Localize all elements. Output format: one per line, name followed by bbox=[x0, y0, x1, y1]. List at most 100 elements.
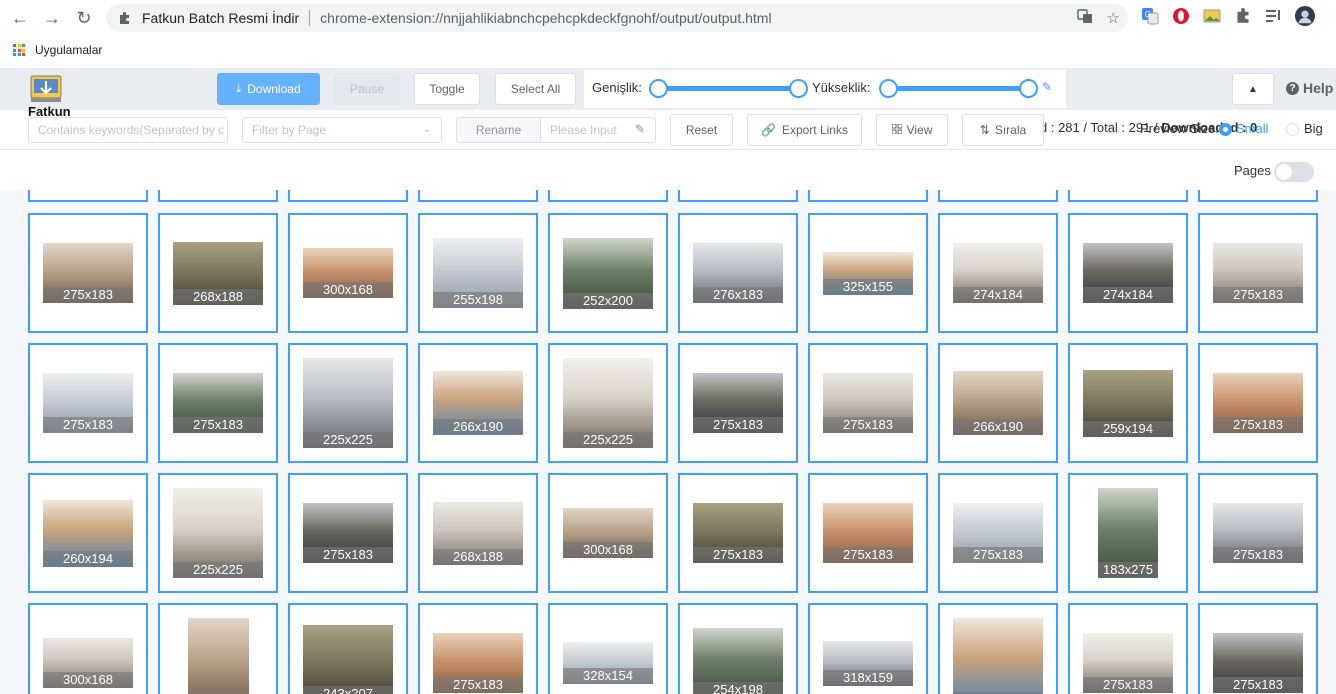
keywords-filter-input[interactable]: Contains keywords(Separated by c bbox=[28, 117, 228, 143]
image-card[interactable]: 275x183 bbox=[158, 343, 278, 463]
image-card[interactable]: 328x154 bbox=[548, 603, 668, 694]
image-thumbnail[interactable]: 328x154 bbox=[563, 642, 653, 684]
image-thumbnail[interactable]: 300x168 bbox=[43, 638, 133, 688]
select-all-button[interactable]: Select All bbox=[495, 73, 576, 105]
image-thumbnail[interactable]: 275x183 bbox=[433, 633, 523, 693]
image-card[interactable]: 275x183 bbox=[678, 473, 798, 593]
image-thumbnail[interactable]: 276x183 bbox=[693, 243, 783, 303]
image-card[interactable]: 255x198 bbox=[418, 213, 538, 333]
image-card[interactable]: 183x275 bbox=[1068, 473, 1188, 593]
image-card[interactable] bbox=[808, 190, 928, 202]
download-button[interactable]: ⤓ Download bbox=[217, 73, 320, 105]
export-links-button[interactable]: 🔗 Export Links bbox=[747, 114, 862, 146]
image-thumbnail[interactable]: 275x183 bbox=[693, 373, 783, 433]
pages-toggle-switch[interactable] bbox=[1274, 162, 1314, 182]
image-card[interactable]: 300x168 bbox=[548, 473, 668, 593]
image-card[interactable]: 275x183 bbox=[1198, 213, 1318, 333]
preview-big-radio[interactable] bbox=[1286, 123, 1299, 136]
image-card[interactable]: 185x273 bbox=[158, 603, 278, 694]
image-card[interactable]: 275x183 bbox=[1198, 343, 1318, 463]
image-thumbnail[interactable]: 252x200 bbox=[563, 238, 653, 309]
view-button[interactable]: View bbox=[876, 114, 948, 146]
image-card[interactable]: 275x183 bbox=[28, 343, 148, 463]
bookmark-apps[interactable]: Uygulamalar bbox=[35, 43, 102, 57]
scroll-top-button[interactable]: ▲ bbox=[1232, 73, 1274, 105]
image-card[interactable] bbox=[158, 190, 278, 202]
image-card[interactable]: 276x183 bbox=[678, 213, 798, 333]
image-thumbnail[interactable]: 274x184 bbox=[953, 243, 1043, 303]
image-thumbnail[interactable]: 275x183 bbox=[953, 503, 1043, 563]
image-card[interactable]: 275x183 bbox=[808, 473, 928, 593]
width-slider-track[interactable] bbox=[658, 86, 798, 91]
toggle-button[interactable]: Toggle bbox=[414, 73, 480, 105]
rename-input[interactable]: Please Input ✎ bbox=[540, 117, 656, 143]
image-thumbnail[interactable]: 275x183 bbox=[173, 373, 263, 433]
image-thumbnail[interactable]: 275x183 bbox=[43, 243, 133, 303]
back-icon[interactable]: ← bbox=[8, 6, 32, 30]
image-thumbnail[interactable]: 225x225 bbox=[563, 358, 653, 448]
image-card[interactable]: 275x183 bbox=[938, 473, 1058, 593]
edit-icon[interactable]: ✎ bbox=[1042, 80, 1052, 94]
image-card[interactable]: 275x183 bbox=[808, 343, 928, 463]
apps-icon[interactable] bbox=[13, 44, 25, 56]
image-card[interactable]: 225x225 bbox=[548, 343, 668, 463]
image-card[interactable]: 325x155 bbox=[808, 213, 928, 333]
image-card[interactable]: 300x168 bbox=[28, 603, 148, 694]
image-thumbnail[interactable]: 275x183 bbox=[1213, 243, 1303, 303]
image-thumbnail[interactable]: 266x190 bbox=[953, 371, 1043, 435]
image-card[interactable]: 275x183 bbox=[28, 213, 148, 333]
url-text[interactable]: chrome-extension://nnjjahlikiabnchcpehcp… bbox=[320, 10, 771, 26]
page-filter-select[interactable]: Filter by Page ⌄ bbox=[242, 117, 442, 143]
height-slider-min-handle[interactable] bbox=[879, 79, 898, 98]
preview-small-radio[interactable] bbox=[1219, 123, 1232, 136]
address-bar[interactable]: Fatkun Batch Resmi İndir chrome-extensio… bbox=[106, 4, 1128, 32]
image-thumbnail[interactable]: 266x190 bbox=[433, 371, 523, 435]
image-thumbnail[interactable]: 260x194 bbox=[43, 500, 133, 567]
image-thumbnail[interactable]: 225x225 bbox=[173, 488, 263, 578]
image-card[interactable]: 266x190 bbox=[938, 343, 1058, 463]
rename-button[interactable]: Rename bbox=[456, 117, 541, 143]
image-card[interactable]: 266x190 bbox=[418, 343, 538, 463]
image-card[interactable]: 275x183 bbox=[418, 603, 538, 694]
image-card[interactable]: 275x183 bbox=[1198, 473, 1318, 593]
image-thumbnail[interactable]: 275x183 bbox=[1083, 633, 1173, 693]
image-thumbnail[interactable]: 318x159 bbox=[823, 641, 913, 686]
image-thumbnail[interactable]: 259x194 bbox=[1083, 370, 1173, 437]
image-thumbnail[interactable]: 275x183 bbox=[1213, 373, 1303, 433]
image-card[interactable] bbox=[548, 190, 668, 202]
width-slider-min-handle[interactable] bbox=[649, 79, 668, 98]
image-thumbnail[interactable]: 268x188 bbox=[173, 242, 263, 305]
image-thumbnail[interactable]: 275x183 bbox=[1213, 503, 1303, 563]
image-card[interactable]: 274x184 bbox=[1068, 213, 1188, 333]
star-icon[interactable]: ☆ bbox=[1107, 9, 1120, 27]
image-thumbnail[interactable]: 275x183 bbox=[823, 373, 913, 433]
image-thumbnail[interactable]: 274x184 bbox=[1083, 243, 1173, 303]
height-slider-max-handle[interactable] bbox=[1019, 79, 1038, 98]
image-card[interactable] bbox=[938, 190, 1058, 202]
translate-icon[interactable] bbox=[1076, 8, 1093, 28]
image-card[interactable] bbox=[288, 190, 408, 202]
preview-big-label[interactable]: Big bbox=[1304, 121, 1323, 136]
image-thumbnail[interactable]: 300x168 bbox=[563, 508, 653, 558]
image-card[interactable]: 300x168 bbox=[288, 213, 408, 333]
image-card[interactable]: 260x194 bbox=[28, 473, 148, 593]
image-thumbnail[interactable]: 275x183 bbox=[823, 503, 913, 563]
sort-button[interactable]: ⇅ Sırala bbox=[962, 114, 1044, 146]
image-card[interactable]: 275x183 bbox=[678, 343, 798, 463]
image-thumbnail[interactable]: 325x155 bbox=[823, 252, 913, 295]
image-card[interactable] bbox=[28, 190, 148, 202]
image-card[interactable]: 274x184 bbox=[938, 213, 1058, 333]
image-card[interactable]: 225x225 bbox=[158, 473, 278, 593]
opera-icon[interactable] bbox=[1171, 6, 1191, 26]
help-link[interactable]: ? Help bbox=[1286, 80, 1333, 96]
image-card[interactable] bbox=[418, 190, 538, 202]
image-thumbnail[interactable]: 185x273 bbox=[188, 618, 249, 694]
reset-button[interactable]: Reset bbox=[670, 114, 733, 146]
profile-avatar[interactable] bbox=[1295, 6, 1315, 26]
image-thumbnail[interactable]: 275x183 bbox=[693, 503, 783, 563]
extensions-puzzle-icon[interactable] bbox=[1233, 6, 1253, 26]
image-card[interactable] bbox=[1198, 190, 1318, 202]
image-card[interactable]: 268x188 bbox=[418, 473, 538, 593]
height-slider-track[interactable] bbox=[888, 86, 1028, 91]
forward-icon[interactable]: → bbox=[40, 6, 64, 30]
